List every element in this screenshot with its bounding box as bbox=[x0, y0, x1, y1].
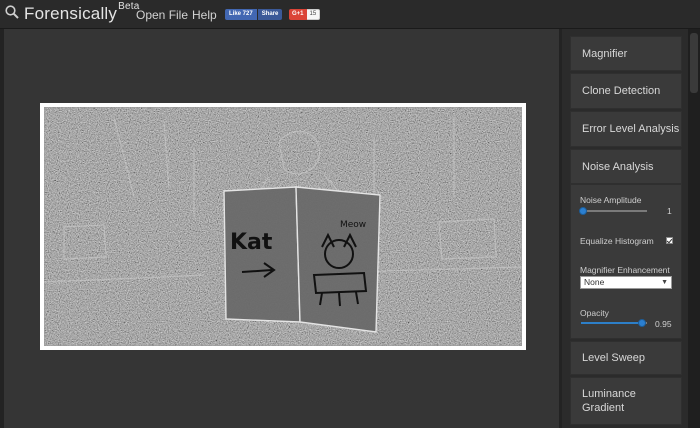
noise-analysis-panel: Noise Amplitude 1 Equalize Histogram Mag… bbox=[570, 184, 682, 339]
magnifier-logo-icon bbox=[5, 5, 19, 19]
gplus-widget[interactable]: G+1 15 bbox=[289, 9, 321, 20]
opacity-value: 0.95 bbox=[655, 319, 672, 329]
opacity-slider-thumb[interactable] bbox=[638, 319, 646, 327]
tool-magnifier[interactable]: Magnifier bbox=[570, 36, 682, 71]
top-bar: ForensicallyBeta Open File Help Like 727… bbox=[0, 0, 700, 29]
magnifier-enhancement-label: Magnifier Enhancement bbox=[580, 265, 670, 275]
tool-label: Magnifier bbox=[582, 47, 628, 60]
equalize-histogram-checkbox[interactable] bbox=[666, 237, 673, 244]
noise-analysis-image: Kat Meow bbox=[44, 107, 522, 346]
tool-error-level-analysis[interactable]: Error Level Analysis bbox=[570, 111, 682, 147]
tool-label: Luminance Gradient bbox=[582, 388, 636, 414]
equalize-histogram-label: Equalize Histogram bbox=[580, 236, 654, 246]
tool-level-sweep[interactable]: Level Sweep bbox=[570, 341, 682, 375]
tool-label: Level Sweep bbox=[582, 352, 645, 364]
opacity-label: Opacity bbox=[580, 308, 609, 318]
facebook-like-widget[interactable]: Like 727 Share bbox=[225, 9, 283, 20]
noise-amplitude-slider[interactable] bbox=[581, 210, 647, 212]
chevron-down-icon: ▼ bbox=[661, 279, 668, 286]
tool-luminance-gradient[interactable]: Luminance Gradient bbox=[570, 377, 682, 425]
tool-noise-analysis[interactable]: Noise Analysis bbox=[570, 149, 682, 184]
select-value: None bbox=[584, 277, 605, 287]
tool-label: Error Level Analysis bbox=[582, 123, 680, 135]
open-file-menu[interactable]: Open File bbox=[136, 8, 188, 22]
tool-label: Noise Analysis bbox=[582, 160, 654, 173]
gplus-button[interactable]: G+1 bbox=[289, 9, 307, 20]
drawing-text-meow: Meow bbox=[340, 220, 366, 230]
drawing-text-kat: Kat bbox=[230, 230, 273, 255]
opacity-slider-fill bbox=[581, 322, 641, 324]
analyzed-image[interactable]: Kat Meow bbox=[40, 103, 526, 350]
gplus-count: 15 bbox=[306, 9, 321, 20]
magnifier-enhancement-select[interactable]: None ▼ bbox=[580, 276, 672, 289]
tool-clone-detection[interactable]: Clone Detection bbox=[570, 73, 682, 109]
brand-title: ForensicallyBeta bbox=[24, 1, 140, 23]
scrollbar-thumb[interactable] bbox=[690, 33, 698, 93]
tool-label: Clone Detection bbox=[582, 85, 661, 97]
facebook-share-button[interactable]: Share bbox=[257, 9, 283, 20]
noise-amplitude-slider-thumb[interactable] bbox=[579, 207, 587, 215]
sidebar-scrollbar[interactable] bbox=[688, 29, 700, 428]
facebook-like-button[interactable]: Like 727 bbox=[225, 9, 257, 20]
noise-amplitude-value: 1 bbox=[667, 206, 672, 216]
help-menu[interactable]: Help bbox=[192, 8, 217, 22]
noise-amplitude-label: Noise Amplitude bbox=[580, 195, 642, 205]
